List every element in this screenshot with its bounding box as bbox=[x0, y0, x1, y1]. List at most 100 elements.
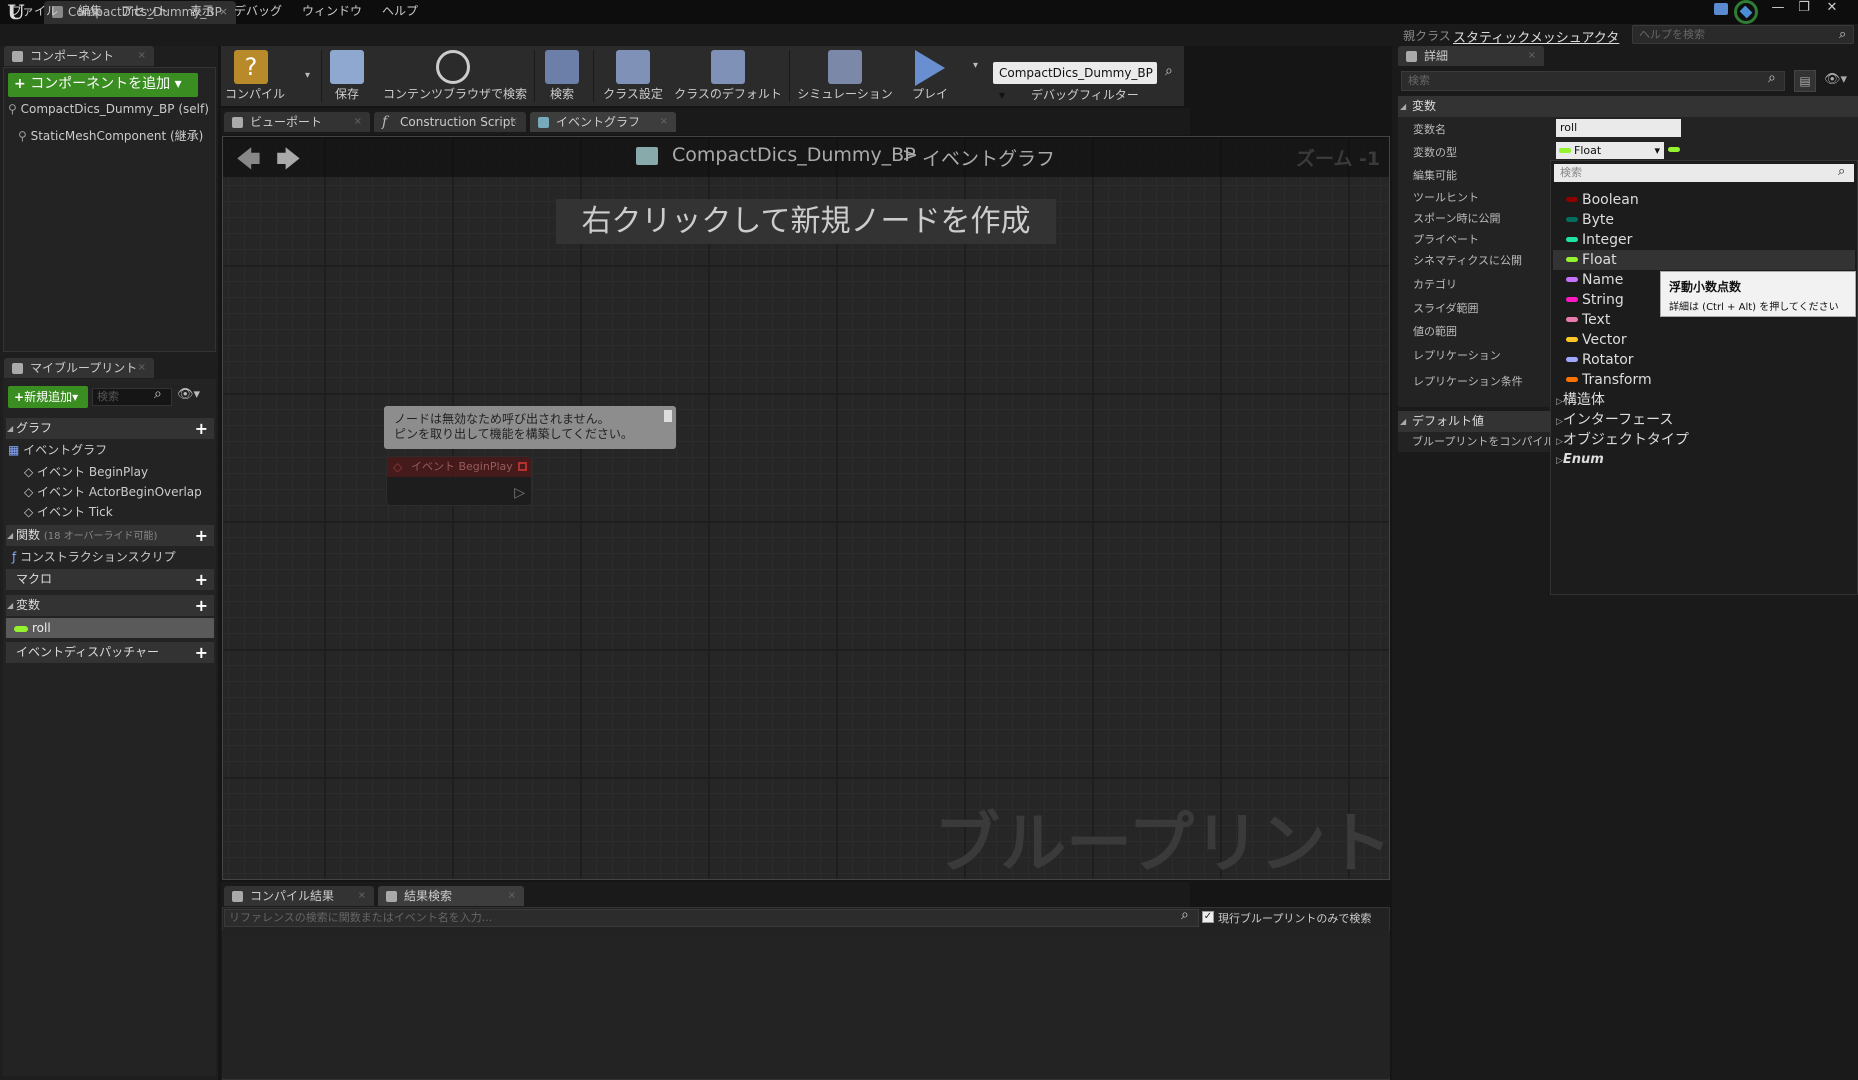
menu-window[interactable]: ウィンドウ bbox=[302, 3, 362, 20]
event-graph-canvas[interactable] bbox=[222, 136, 1390, 880]
delegate-pin[interactable] bbox=[518, 462, 527, 471]
tab-compile-results[interactable]: コンパイル結果 × bbox=[224, 886, 374, 906]
prop-label-private: プライベート bbox=[1413, 233, 1479, 246]
debug-object-select[interactable]: CompactDics_Dummy_BP ▾ bbox=[993, 62, 1157, 102]
help-search-input[interactable]: ヘルプを検索 bbox=[1632, 25, 1854, 44]
source-control-icon[interactable] bbox=[1734, 0, 1758, 24]
exec-pin[interactable]: ▷ bbox=[514, 485, 525, 501]
variables-category[interactable]: ◢ 変数 + bbox=[6, 595, 214, 616]
type-item-vector[interactable]: Vector bbox=[1566, 330, 1627, 350]
close-tab-icon[interactable]: × bbox=[508, 886, 516, 906]
view-options-eye-icon[interactable]: 👁▾ bbox=[177, 387, 200, 402]
variable-type-select[interactable]: Float ▾ bbox=[1556, 142, 1664, 159]
maximize-button[interactable]: ❐ bbox=[1792, 0, 1816, 18]
menu-help[interactable]: ヘルプ bbox=[382, 3, 418, 20]
play-dropdown-icon[interactable]: ▾ bbox=[973, 60, 978, 71]
tab-find-results[interactable]: 結果検索 × bbox=[378, 886, 524, 906]
type-item-text[interactable]: Text bbox=[1566, 310, 1610, 330]
compile-button[interactable]: ? コンパイル bbox=[225, 46, 285, 106]
back-arrow-icon[interactable]: 🡄 bbox=[236, 142, 261, 183]
variable-section-header[interactable]: ◢ 変数 bbox=[1398, 96, 1858, 117]
type-item-transform[interactable]: Transform bbox=[1566, 370, 1652, 390]
type-group-interfaces[interactable]: ▷インターフェース bbox=[1556, 410, 1673, 430]
close-tab-icon[interactable]: × bbox=[138, 358, 146, 378]
comment-bubble-icon bbox=[664, 410, 672, 422]
menu-asset[interactable]: アセット bbox=[121, 3, 169, 20]
play-button[interactable]: プレイ bbox=[907, 46, 953, 106]
debug-search-icon[interactable]: ⌕ bbox=[1165, 63, 1173, 79]
event-dispatchers-category[interactable]: イベントディスパッチャー + bbox=[6, 642, 214, 663]
event-beginplay-item[interactable]: ◇ イベント BeginPlay bbox=[24, 462, 232, 482]
tab-construction-script[interactable]: f Construction Script × bbox=[374, 112, 526, 132]
component-self[interactable]: ⚲ CompactDics_Dummy_BP (self) bbox=[8, 99, 216, 119]
close-tab-icon[interactable]: × bbox=[660, 112, 668, 132]
construction-script-item[interactable]: ƒ コンストラクションスクリプ bbox=[12, 547, 220, 567]
add-component-button[interactable]: + コンポーネントを追加 ▾ bbox=[8, 73, 198, 97]
functions-category[interactable]: ◢ 関数 (18 オーバーライド可能) + bbox=[6, 525, 214, 546]
tab-my-blueprint[interactable]: マイブループリント × bbox=[4, 358, 154, 378]
close-tab-icon[interactable]: × bbox=[219, 1, 228, 23]
tab-viewport[interactable]: ビューポート × bbox=[224, 112, 370, 132]
type-group-object-types[interactable]: ▷オブジェクトタイプ bbox=[1556, 430, 1689, 450]
type-item-integer[interactable]: Integer bbox=[1566, 230, 1632, 250]
details-search-input[interactable]: 検索 bbox=[1401, 71, 1785, 91]
compile-dropdown-icon[interactable]: ▾ bbox=[305, 70, 310, 81]
menu-file[interactable]: ファイル bbox=[10, 3, 58, 20]
forward-arrow-icon[interactable]: 🡆 bbox=[276, 142, 301, 183]
tab-event-graph[interactable]: イベントグラフ × bbox=[530, 112, 676, 132]
close-tab-icon[interactable]: × bbox=[138, 46, 146, 66]
view-options-eye-icon[interactable]: 👁▾ bbox=[1824, 72, 1847, 87]
close-tab-icon[interactable]: × bbox=[510, 112, 518, 132]
macros-category[interactable]: マクロ + bbox=[6, 569, 214, 590]
browse-content-button[interactable]: コンテンツブラウザで検索 bbox=[383, 46, 527, 106]
add-new-button[interactable]: +新規追加▾ bbox=[8, 386, 88, 408]
find-results-search-input[interactable]: リファレンスの検索に関数またはイベント名を入力... bbox=[224, 909, 1199, 927]
close-tab-icon[interactable]: × bbox=[1528, 46, 1536, 66]
breadcrumb-blueprint[interactable]: CompactDics_Dummy_BP bbox=[672, 144, 916, 166]
type-group-enum[interactable]: ▷Enum bbox=[1556, 450, 1604, 470]
menu-edit[interactable]: 編集 bbox=[78, 3, 102, 20]
variable-name-input[interactable]: roll bbox=[1556, 119, 1681, 137]
close-tab-icon[interactable]: × bbox=[354, 112, 362, 132]
type-item-rotator[interactable]: Rotator bbox=[1566, 350, 1634, 370]
add-event-dispatcher-button[interactable]: + bbox=[195, 642, 208, 663]
parent-class-link[interactable]: スタティックメッシュアクタ bbox=[1453, 27, 1619, 46]
current-blueprint-only-checkbox[interactable]: ✓ bbox=[1202, 911, 1214, 923]
simulation-button[interactable]: シミュレーション bbox=[793, 46, 897, 106]
event-actorbeginoverlap-item[interactable]: ◇ イベント ActorBeginOverlap bbox=[24, 482, 232, 502]
class-settings-button[interactable]: クラス設定 bbox=[597, 46, 669, 106]
minimize-button[interactable]: — bbox=[1766, 0, 1790, 18]
tab-details[interactable]: 詳細 × bbox=[1398, 46, 1544, 66]
type-group-structures[interactable]: ▷構造体 bbox=[1556, 390, 1605, 410]
add-macro-button[interactable]: + bbox=[195, 569, 208, 590]
menu-view[interactable]: 表示 bbox=[190, 3, 214, 20]
add-function-button[interactable]: + bbox=[195, 525, 208, 546]
save-button[interactable]: 保存 bbox=[325, 46, 369, 106]
type-search-input[interactable]: 検索 bbox=[1554, 164, 1854, 182]
type-item-name[interactable]: Name bbox=[1566, 270, 1623, 290]
close-window-button[interactable]: ✕ bbox=[1820, 0, 1844, 18]
class-defaults-button[interactable]: クラスのデフォルト bbox=[673, 46, 783, 106]
type-item-byte[interactable]: Byte bbox=[1566, 210, 1614, 230]
help-search-icon[interactable]: ⌕ bbox=[1839, 27, 1846, 42]
event-icon: ◇ bbox=[24, 465, 38, 479]
play-icon bbox=[915, 50, 945, 86]
find-button[interactable]: 検索 bbox=[539, 46, 585, 106]
close-tab-icon[interactable]: × bbox=[358, 886, 366, 906]
tab-components[interactable]: コンポーネント × bbox=[4, 46, 154, 66]
property-matrix-icon[interactable]: ▤ bbox=[1794, 70, 1816, 92]
container-type-icon[interactable] bbox=[1668, 147, 1680, 152]
type-item-string[interactable]: String bbox=[1566, 290, 1624, 310]
event-beginplay-node[interactable]: イベント BeginPlay ◇ ▷ bbox=[386, 456, 532, 506]
component-static-mesh[interactable]: ⚲ StaticMeshComponent (継承) bbox=[18, 126, 226, 146]
menu-debug[interactable]: デバッグ bbox=[234, 3, 282, 20]
add-graph-button[interactable]: + bbox=[195, 418, 208, 439]
type-item-boolean[interactable]: Boolean bbox=[1566, 190, 1639, 210]
event-tick-item[interactable]: ◇ イベント Tick bbox=[24, 502, 232, 522]
feedback-icon[interactable] bbox=[1714, 3, 1728, 15]
variable-roll-item[interactable]: roll bbox=[6, 618, 214, 638]
graphs-category[interactable]: ◢ グラフ + bbox=[6, 418, 214, 439]
event-graph-item[interactable]: ▦ イベントグラフ bbox=[8, 440, 216, 460]
type-item-float[interactable]: Float bbox=[1566, 250, 1617, 270]
add-variable-button[interactable]: + bbox=[195, 595, 208, 616]
